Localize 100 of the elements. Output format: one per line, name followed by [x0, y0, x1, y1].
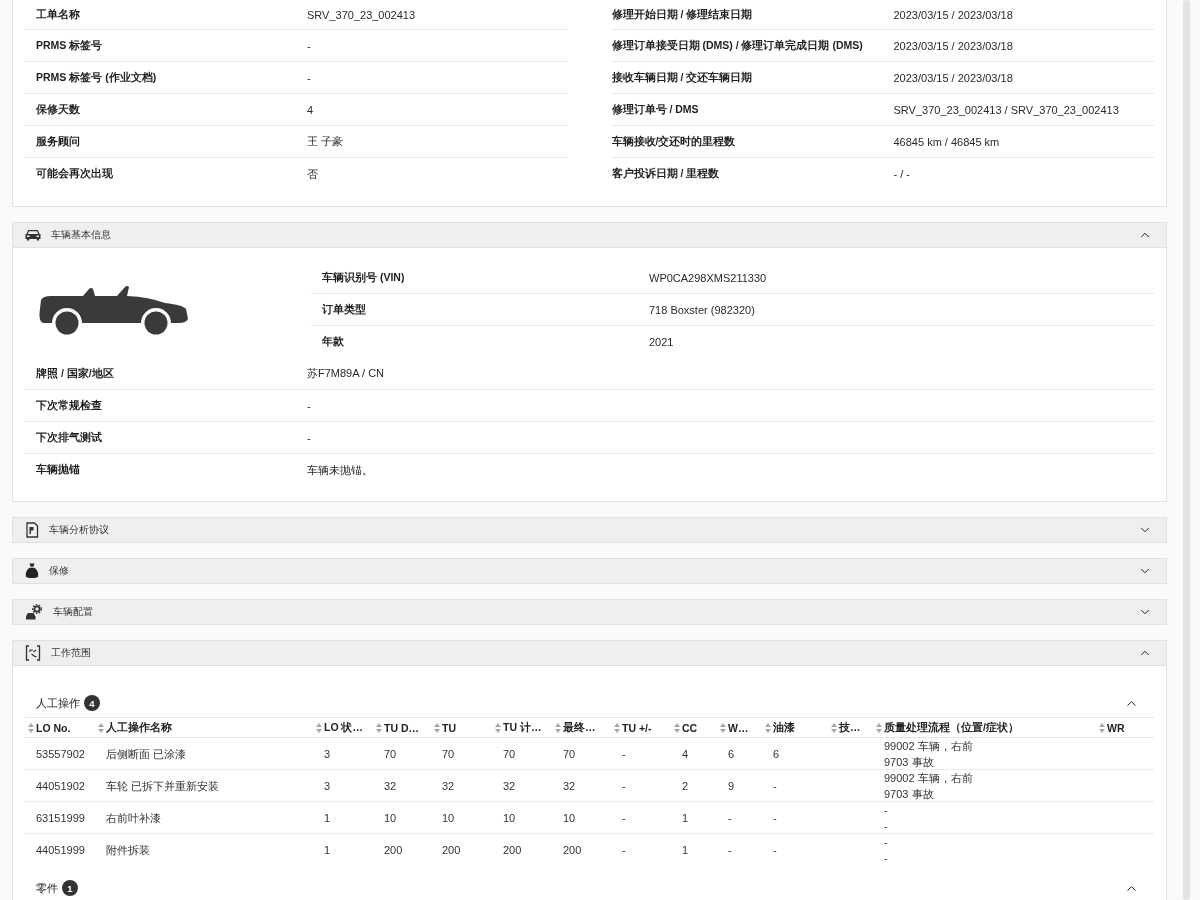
column-header[interactable]: W… — [717, 718, 751, 737]
field-value: 否 — [307, 166, 318, 182]
table-value: - — [773, 843, 777, 858]
column-header[interactable]: WR — [1096, 718, 1127, 737]
quality-note: - — [884, 803, 888, 818]
column-header[interactable]: TU — [431, 718, 458, 737]
field-value: 46845 km / 46845 km — [893, 135, 1000, 148]
field-label: 服务顾问 — [36, 134, 81, 149]
sort-icon — [614, 722, 620, 733]
section-header[interactable]: 保修 — [13, 559, 1166, 583]
table-value: 10 — [384, 811, 397, 826]
field-value: SRV_370_23_002413 / SRV_370_23_002413 — [893, 103, 1119, 116]
column-header[interactable]: 油漆 — [762, 718, 797, 737]
column-header[interactable]: TU 计… — [492, 718, 544, 737]
table-value: 1 — [324, 811, 331, 826]
table-value: 44051902 — [36, 779, 85, 794]
quality-note: 99002 车辆，右前 — [884, 739, 973, 754]
table-value: 44051999 — [36, 843, 85, 858]
column-header[interactable]: LO No. — [25, 718, 73, 737]
table-value: 2 — [682, 779, 689, 794]
column-header[interactable]: TU +/- — [611, 718, 654, 737]
field-label: PRMS 标签号 (作业文档) — [36, 70, 158, 85]
field-label: 下次常规检查 — [36, 398, 103, 413]
count-badge: 4 — [84, 695, 100, 711]
table-value: 1 — [682, 843, 689, 858]
group-title: 人工操作 — [36, 695, 80, 711]
field-value: 4 — [307, 103, 314, 116]
field-label: 工单名称 — [36, 7, 81, 22]
car-icon — [25, 229, 41, 241]
table-value: 32 — [503, 779, 516, 794]
table-value: - — [773, 779, 777, 794]
table-value: - — [622, 747, 626, 762]
table-value: 200 — [563, 843, 582, 858]
table-value: - — [622, 811, 626, 826]
sort-icon — [495, 722, 501, 733]
money-bag-icon — [25, 563, 39, 579]
field-value: 王 子豪 — [307, 134, 344, 149]
section-header[interactable]: 工作范围 — [13, 641, 1166, 666]
quality-note: 9703 事故 — [884, 755, 934, 770]
table-value: - — [728, 843, 732, 858]
count-badge: 1 — [62, 880, 78, 896]
table-value: 70 — [384, 747, 397, 762]
field-label: 年款 — [322, 335, 345, 349]
sort-icon — [765, 722, 771, 733]
sort-icon — [434, 722, 440, 733]
table-value: 车轮 已拆下并重新安装 — [106, 779, 220, 794]
field-label: 保修天数 — [36, 102, 81, 117]
field-value: 2021 — [649, 336, 674, 348]
table-value: 10 — [442, 811, 455, 826]
table-value: 200 — [503, 843, 522, 858]
column-header[interactable]: CC — [671, 718, 700, 737]
group-title: 零件 — [36, 880, 58, 896]
document-icon — [25, 522, 39, 538]
column-header[interactable]: 最终… — [552, 718, 598, 737]
table-value: 200 — [442, 843, 461, 858]
sort-icon — [720, 722, 726, 733]
section-header[interactable]: 车辆配置 — [13, 600, 1166, 624]
table-value: 附件拆装 — [106, 843, 150, 858]
field-value: SRV_370_23_002413 — [307, 8, 416, 21]
table-value: 后侧断面 已涂漆 — [106, 747, 187, 762]
table-value: - — [622, 843, 626, 858]
sort-icon — [674, 722, 680, 733]
field-label: 修理订单接受日期 (DMS) / 修理订单完成日期 (DMS) — [611, 38, 864, 53]
sort-icon — [98, 722, 104, 733]
field-value: - / - — [893, 168, 910, 180]
column-header[interactable]: 人工操作名称 — [95, 718, 174, 737]
field-value: WP0CA298XMS211330 — [649, 271, 767, 284]
table-value: 32 — [384, 779, 397, 794]
field-label: 客户投诉日期 / 里程数 — [611, 167, 721, 181]
column-header[interactable]: 质量处理流程（位置/症状） — [873, 718, 1021, 737]
sort-icon — [376, 722, 382, 733]
sort-icon — [316, 722, 322, 733]
field-value: - — [307, 39, 311, 52]
table-value: 1 — [682, 811, 689, 826]
table-value: - — [728, 811, 732, 826]
field-value: 车辆未抛锚。 — [307, 462, 373, 478]
section-header[interactable]: 车辆分析协议 — [13, 518, 1166, 542]
field-value: - — [307, 71, 311, 84]
field-value: 2023/03/15 / 2023/03/18 — [893, 39, 1013, 52]
column-header[interactable]: 技… — [828, 718, 863, 737]
field-label: 订单类型 — [322, 302, 367, 317]
column-header[interactable]: TU D… — [373, 718, 421, 737]
section-header[interactable]: 车辆基本信息 — [13, 223, 1166, 248]
table-value: 1 — [324, 843, 331, 858]
field-label: 下次排气测试 — [36, 430, 103, 445]
field-value: - — [307, 399, 311, 412]
field-label: 修理订单号 / DMS — [611, 102, 700, 117]
field-label: 牌照 / 国家/地区 — [36, 366, 115, 381]
table-value: 10 — [563, 811, 576, 826]
brackets-icon — [25, 645, 41, 661]
quality-note: - — [884, 851, 888, 866]
sort-icon — [555, 722, 561, 733]
table-value: 6 — [773, 747, 780, 762]
column-header[interactable]: LO 状… — [313, 718, 365, 737]
table-value: 10 — [503, 811, 516, 826]
table-value: 右前叶补漆 — [106, 811, 161, 826]
sort-icon — [831, 722, 837, 733]
field-label: 可能会再次出现 — [36, 167, 114, 181]
field-value: 718 Boxster (982320) — [649, 303, 755, 316]
table-value: 53557902 — [36, 747, 85, 762]
